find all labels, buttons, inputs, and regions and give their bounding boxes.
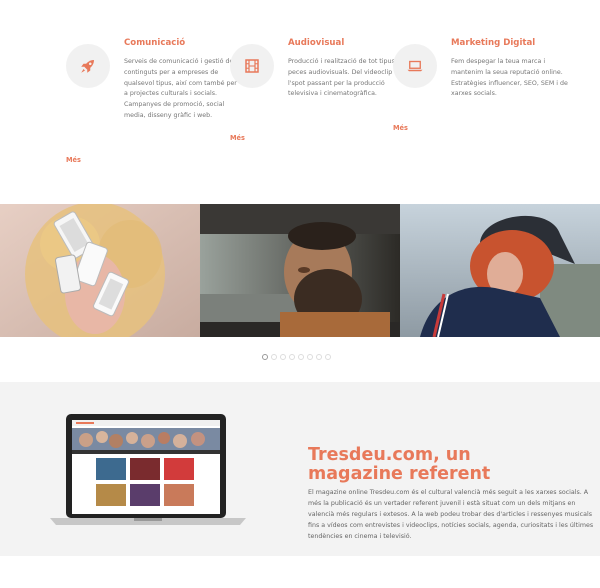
- slider-dot[interactable]: [316, 354, 322, 360]
- slider-dot[interactable]: [325, 354, 331, 360]
- laptop-icon: [407, 60, 423, 72]
- slider-dot[interactable]: [298, 354, 304, 360]
- driver-portrait-image: [200, 204, 400, 337]
- cap-girl-slide[interactable]: [400, 204, 600, 337]
- slider-dot[interactable]: [289, 354, 295, 360]
- slider-dot[interactable]: [307, 354, 313, 360]
- services-section: Comunicació Serveis de comunicació i ges…: [0, 0, 600, 204]
- service-description: Fem despegar la teua marca i mantenim la…: [451, 58, 568, 98]
- service-icon-circle: [66, 44, 110, 88]
- rocket-icon: [81, 60, 94, 73]
- service-title: Comunicació: [124, 38, 186, 48]
- service-description: Producció i realització de tot tipus de …: [288, 58, 405, 98]
- laptop-mockup: [50, 414, 246, 533]
- phones-portrait-slide[interactable]: [0, 204, 200, 337]
- slider-dot[interactable]: [262, 354, 268, 360]
- laptop-image: [50, 414, 246, 525]
- magazine-text: El magazine online Tresdeu.com és el cul…: [308, 489, 594, 540]
- service-description: Serveis de comunicació i gestió de conti…: [124, 58, 237, 119]
- slider-dot[interactable]: [271, 354, 277, 360]
- cap-girl-image: [400, 204, 600, 337]
- slider-dot[interactable]: [280, 354, 286, 360]
- image-slider[interactable]: [0, 204, 600, 337]
- magazine-title: Tresdeu.com, un magazine referent: [308, 445, 491, 484]
- driver-portrait-slide[interactable]: [200, 204, 400, 337]
- slider-pagination: [262, 354, 331, 360]
- service-title: Marketing Digital: [451, 38, 536, 48]
- film-icon: [245, 59, 259, 73]
- service-icon-circle: [393, 44, 437, 88]
- magazine-section: Tresdeu.com, un magazine referent El mag…: [0, 382, 600, 556]
- service-more-link[interactable]: Més: [393, 124, 408, 132]
- service-title: Audiovisual: [288, 38, 345, 48]
- service-more-link[interactable]: Més: [66, 156, 81, 164]
- service-more-link[interactable]: Més: [230, 134, 245, 142]
- service-icon-circle: [230, 44, 274, 88]
- phones-portrait-image: [0, 204, 200, 337]
